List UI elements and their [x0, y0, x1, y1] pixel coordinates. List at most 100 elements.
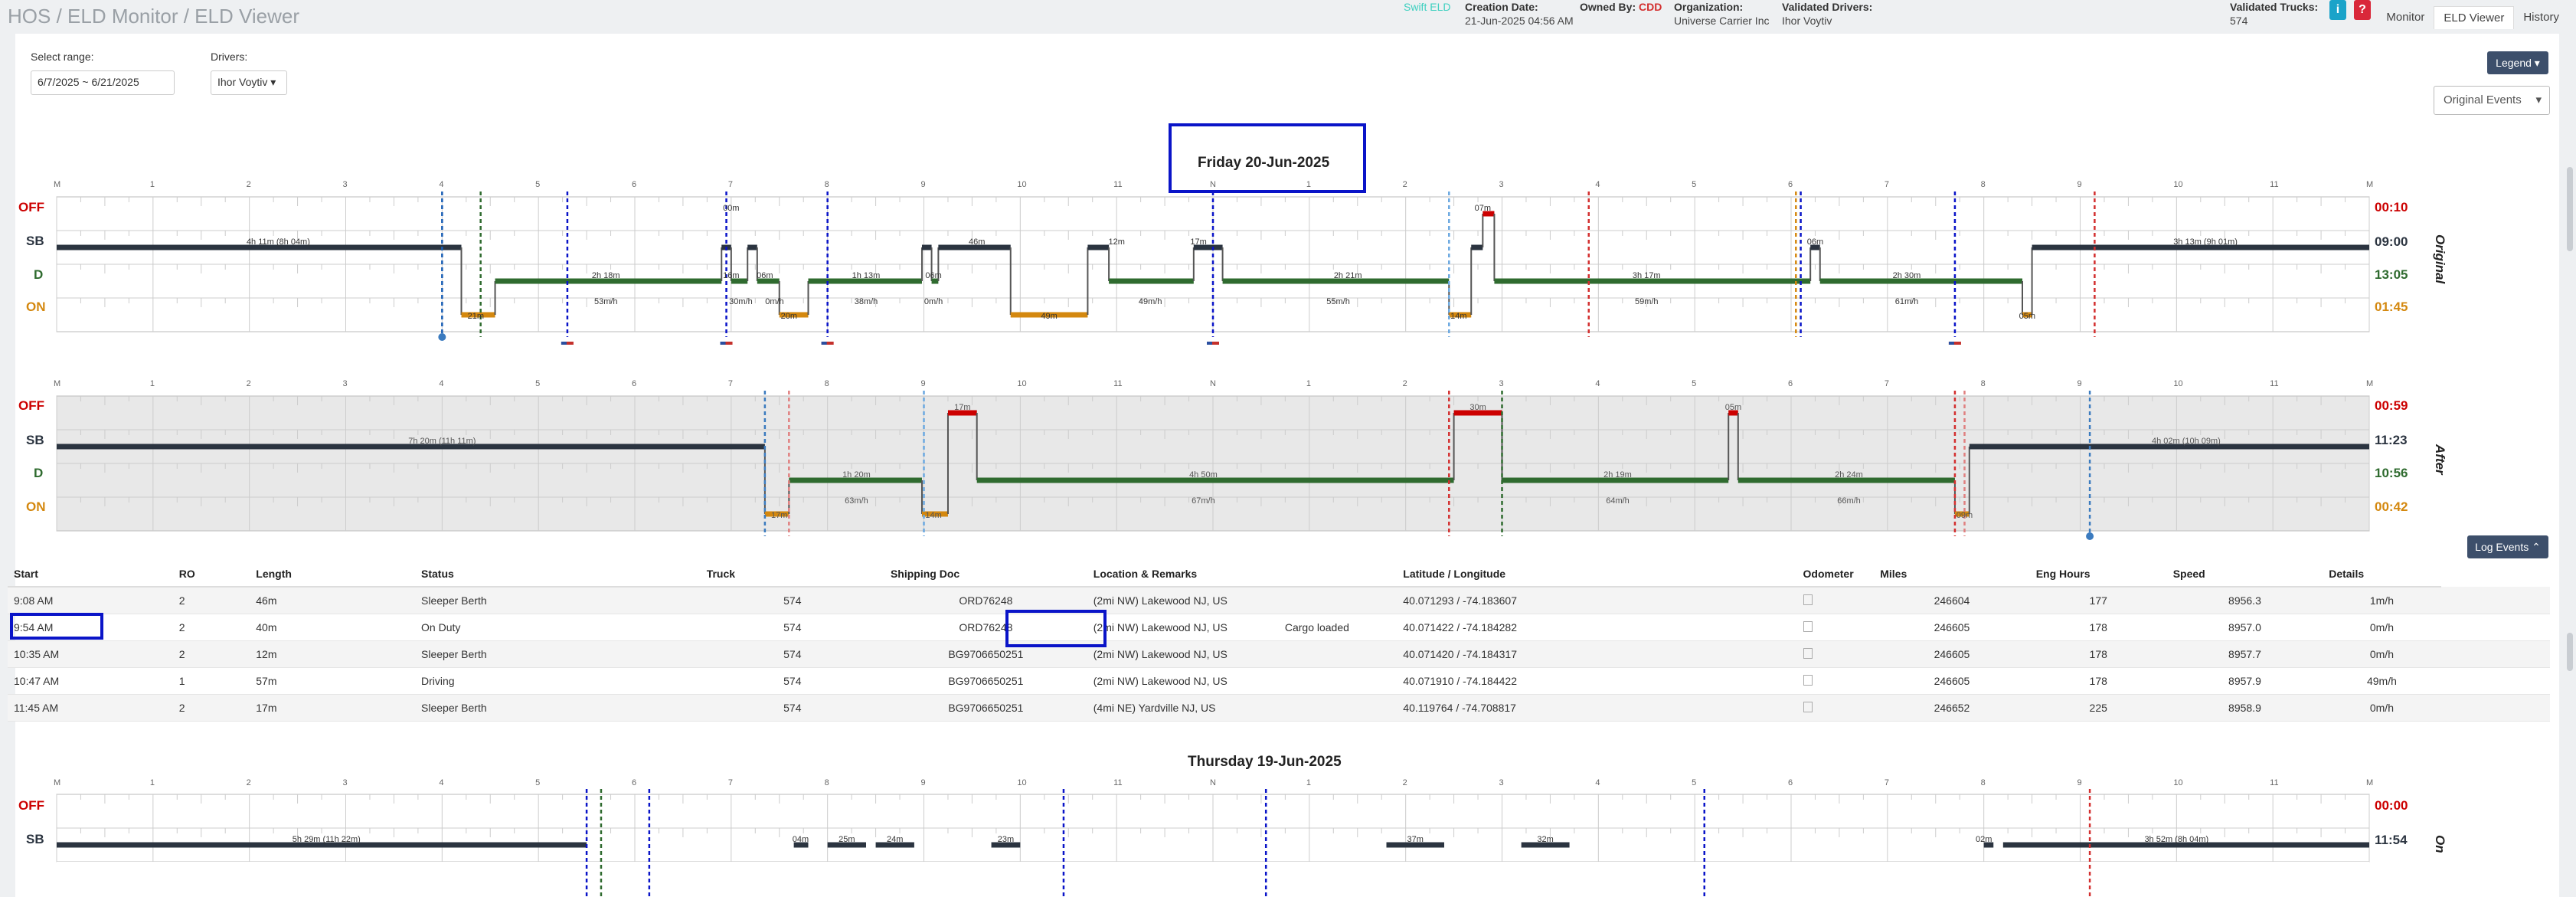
table-row[interactable]: 10:47 AM 1 57m Driving 574 BG9706650251 (2mi N… — [8, 667, 2550, 695]
remark-highlight — [1005, 610, 1107, 647]
copy-icon[interactable] — [1803, 701, 1813, 712]
table-cell: 225 — [2029, 694, 2167, 722]
table-cell — [1278, 587, 1398, 614]
column-header[interactable]: Latitude / Longitude — [1397, 561, 1797, 588]
table-cell: 574 — [700, 587, 884, 614]
duration-label: 2h 30m — [1893, 271, 1921, 280]
hour-tick-label: 8 — [1980, 180, 1986, 189]
table-cell: 8957.0 — [2166, 614, 2323, 641]
column-header[interactable]: Status — [415, 561, 701, 588]
hour-tick-label: 5 — [535, 379, 541, 388]
column-header[interactable]: Details — [2323, 561, 2441, 588]
table-cell: 246605 — [1874, 667, 2030, 695]
table-scrollbar[interactable] — [2567, 633, 2573, 671]
legend-button[interactable]: Legend ▾ — [2487, 51, 2548, 74]
us-flag-canton — [821, 342, 827, 345]
range-label: Select range: — [31, 51, 94, 63]
table-cell: 2 — [172, 694, 250, 722]
hour-tick-label: 5 — [1692, 379, 1697, 388]
hour-tick-label: 9 — [2077, 778, 2082, 787]
column-header[interactable]: RO — [172, 561, 250, 588]
hour-tick-label: 7 — [1884, 180, 1889, 189]
duration-label: 06m — [925, 271, 941, 280]
duration-label: 5h 29m (11h 22m) — [293, 835, 361, 844]
table-cell: 0m/h — [2323, 640, 2441, 668]
event-dot[interactable] — [2086, 532, 2094, 540]
column-header[interactable]: Start — [8, 561, 173, 588]
hour-tick-label: 11 — [1113, 778, 1123, 787]
table-row[interactable]: 10:35 AM 2 12m Sleeper Berth 574 BG9706650251… — [8, 640, 2550, 668]
duration-label: 05m — [2019, 312, 2035, 321]
validated-trucks: Validated Trucks: 574 — [2230, 0, 2318, 28]
copy-icon[interactable] — [1803, 620, 1813, 632]
hour-tick-label: 6 — [1788, 379, 1793, 388]
table-cell: 12m — [250, 640, 416, 668]
column-header[interactable]: Truck — [700, 561, 884, 588]
event-dot[interactable] — [438, 333, 446, 341]
table-cell: 46m — [250, 587, 416, 614]
speed-label: 59m/h — [1635, 297, 1659, 306]
duration-label: 3h 52m (8h 04m) — [2144, 835, 2208, 844]
organization-value: Universe Carrier Inc — [1674, 15, 1770, 27]
speed-label: 55m/h — [1326, 297, 1350, 306]
copy-icon[interactable] — [1803, 674, 1813, 686]
duration-label: 1h 20m — [842, 470, 871, 480]
hour-tick-label: 11 — [2270, 778, 2279, 787]
driver-select[interactable]: Ihor Voytiv ▾ — [211, 70, 287, 95]
duration-label: 12m — [1108, 237, 1124, 247]
speed-label: 63m/h — [845, 496, 868, 506]
owned-by: Owned By: CDD — [1580, 0, 1662, 14]
hour-tick-label: 7 — [1884, 379, 1889, 388]
speed-label: 0m/h — [765, 297, 783, 306]
table-body: 9:08 AM 2 46m Sleeper Berth 574 ORD76248 (2mi … — [8, 587, 2550, 722]
hour-tick-label: 10 — [2173, 379, 2183, 388]
copy-icon-cell — [1796, 587, 1875, 614]
events-select[interactable]: Original Events ▾ — [2434, 86, 2550, 115]
hour-tick-label: 9 — [920, 778, 926, 787]
table-cell — [2440, 640, 2550, 668]
info-icon[interactable]: i — [2329, 0, 2346, 20]
hour-tick-label: 5 — [535, 180, 541, 189]
hour-tick-label: 5 — [1692, 778, 1697, 787]
hour-tick-label: 3 — [342, 180, 348, 189]
help-icon[interactable]: ? — [2354, 0, 2371, 20]
column-header[interactable]: Eng Hours — [2029, 561, 2167, 588]
page-scrollbar[interactable] — [2567, 167, 2573, 251]
column-header[interactable]: Odometer — [1796, 561, 1875, 588]
duration-label: 00m — [723, 204, 739, 213]
table-cell: 0m/h — [2323, 694, 2441, 722]
table-cell: Sleeper Berth — [415, 640, 701, 668]
duration-label: 37m — [1407, 835, 1424, 844]
column-header[interactable]: Speed — [2166, 561, 2323, 588]
table-row[interactable]: 11:45 AM 2 17m Sleeper Berth 574 BG9706650251… — [8, 694, 2550, 722]
date-range-input[interactable]: 6/7/2025 ~ 6/21/2025 — [31, 70, 175, 95]
owned-by-value: CDD — [1639, 1, 1662, 13]
tab-monitor[interactable]: Monitor — [2377, 6, 2434, 29]
hour-tick-label: 1 — [1306, 379, 1311, 388]
hour-tick-label: 6 — [632, 379, 637, 388]
hour-tick-label: 6 — [632, 778, 637, 787]
tab-eld-viewer[interactable]: ELD Viewer — [2434, 6, 2515, 29]
log-events-button[interactable]: Log Events ⌃ — [2467, 535, 2548, 558]
duration-label: 17m — [771, 511, 787, 520]
copy-icon[interactable] — [1803, 647, 1813, 659]
table-cell: 0m/h — [2323, 614, 2441, 641]
duration-label: 09m — [1957, 511, 1973, 520]
column-header[interactable]: Length — [250, 561, 416, 588]
column-header[interactable]: Location & Remarks — [1087, 561, 1398, 588]
tab-history[interactable]: History — [2514, 6, 2568, 29]
column-header[interactable]: Shipping Doc — [884, 561, 1087, 588]
table-cell: 574 — [700, 614, 884, 641]
validated-drivers-label: Validated Drivers: — [1782, 1, 1873, 13]
table-cell: 40.071420 / -74.184317 — [1397, 640, 1797, 668]
column-header[interactable]: Miles — [1874, 561, 2030, 588]
duration-label: 4h 50m — [1189, 470, 1218, 480]
copy-icon[interactable] — [1803, 594, 1813, 605]
table-row[interactable]: 9:54 AM 2 40m On Duty 574 ORD76248 (2mi NW) La… — [8, 614, 2550, 641]
table-row[interactable]: 9:08 AM 2 46m Sleeper Berth 574 ORD76248 (2mi … — [8, 587, 2550, 614]
hour-tick-label: 4 — [439, 778, 444, 787]
duration-label: 06m — [757, 271, 773, 280]
table-cell: 40.071293 / -74.183607 — [1397, 587, 1797, 614]
duration-label: 3h 17m — [1633, 271, 1661, 280]
hour-tick-label: 10 — [2173, 778, 2183, 787]
